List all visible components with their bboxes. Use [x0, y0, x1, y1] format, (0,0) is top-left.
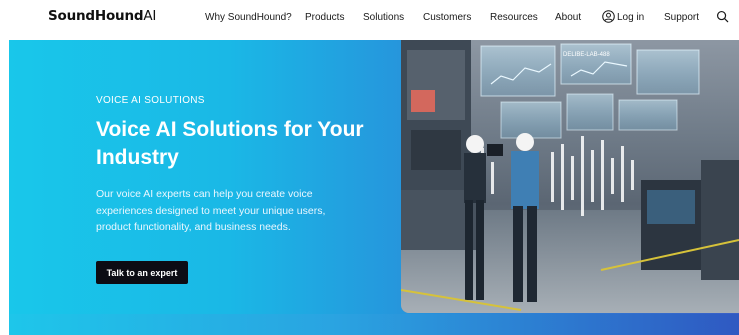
- talk-to-expert-button[interactable]: Talk to an expert: [96, 261, 188, 284]
- hero-factory-image: DELIBE-LAB-488: [401, 40, 739, 313]
- nav-solutions[interactable]: Solutions: [363, 12, 404, 23]
- login-link[interactable]: Log in: [617, 12, 644, 23]
- soundhound-logo[interactable]: SoundHoundAI: [48, 8, 156, 24]
- hero-section: VOICE AI SOLUTIONS Voice AI Solutions fo…: [9, 40, 739, 335]
- site-header: SoundHoundAI Why SoundHound? Products So…: [0, 0, 739, 40]
- nav-about[interactable]: About: [555, 12, 581, 23]
- nav-why-soundhound[interactable]: Why SoundHound?: [205, 12, 292, 23]
- nav-support[interactable]: Support: [664, 12, 699, 23]
- nav-customers[interactable]: Customers: [423, 12, 471, 23]
- hero-eyebrow: VOICE AI SOLUTIONS: [96, 95, 205, 106]
- hero-bottom-band: [9, 314, 739, 335]
- hero-description: Our voice AI experts can help you create…: [96, 188, 326, 233]
- nav-resources[interactable]: Resources: [490, 12, 538, 23]
- user-icon: [602, 10, 615, 23]
- hero-title: Voice AI Solutions for Your Industry: [96, 118, 364, 169]
- panel-lab-label: DELIBE-LAB-488: [563, 52, 610, 58]
- factory-scene-illustration: DELIBE-LAB-488: [401, 40, 739, 313]
- search-icon[interactable]: [716, 10, 729, 23]
- nav-products[interactable]: Products: [305, 12, 344, 23]
